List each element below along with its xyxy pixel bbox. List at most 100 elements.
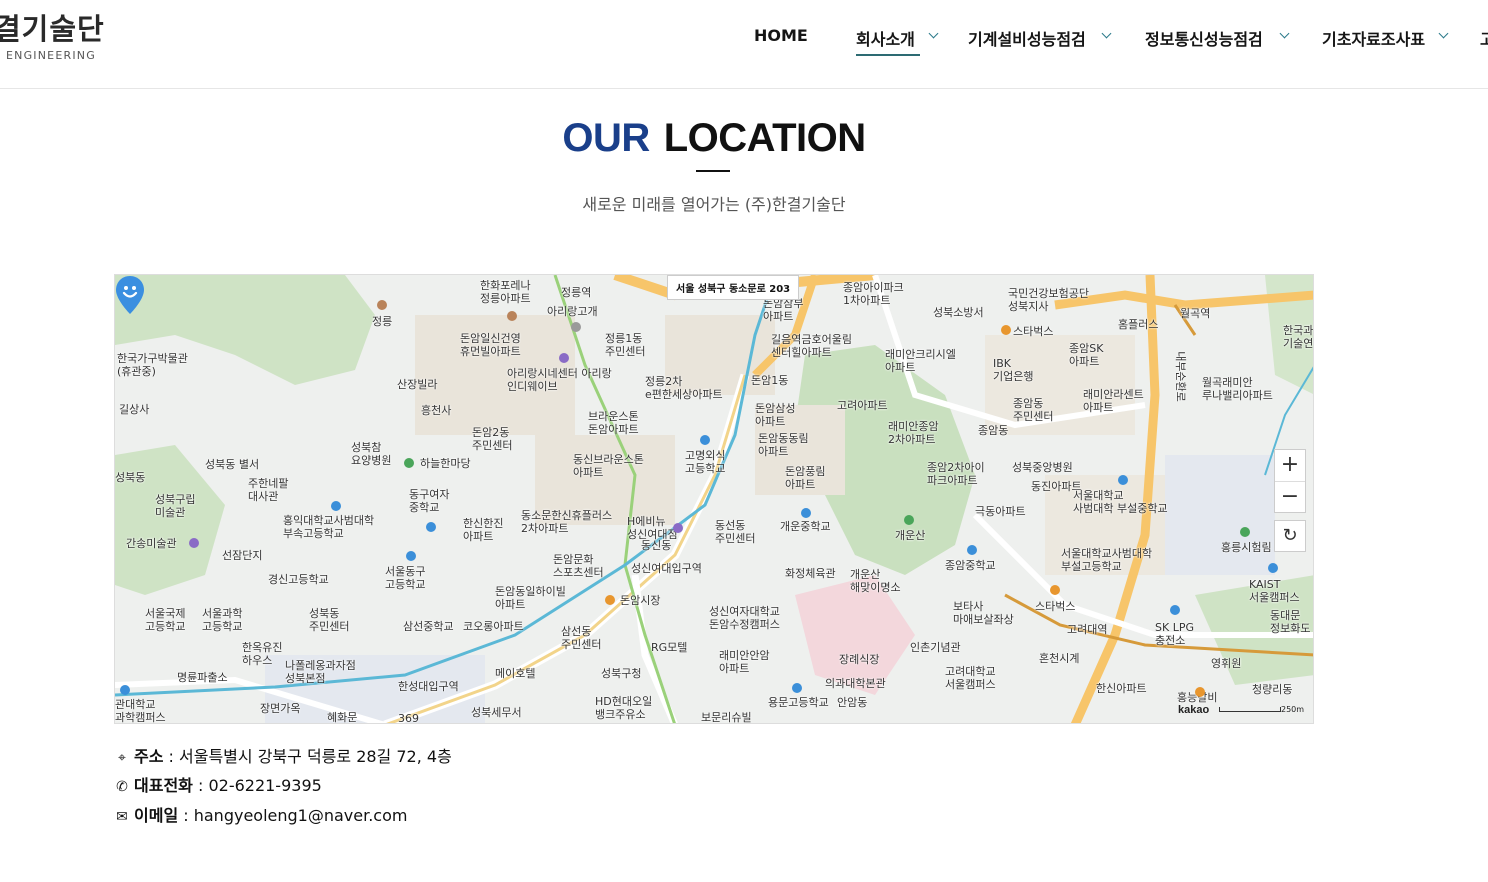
refresh-icon[interactable]: ↻ [1274, 520, 1306, 552]
map-label: 한신한진 아파트 [463, 517, 504, 543]
map-label: 래미안라센트 아파트 [1083, 388, 1144, 414]
map-label: 홈플러스 [1118, 318, 1159, 331]
map-label: KAIST 서울캠퍼스 [1249, 578, 1300, 604]
nav-telecom[interactable]: 정보통신성능점검 [1145, 26, 1290, 50]
poi-marker [1268, 563, 1278, 573]
poi-marker [1001, 325, 1011, 335]
map-label: 종암중학교 [945, 559, 996, 572]
map-label: 돈암풍림 아파트 [785, 465, 826, 491]
map-pin-icon: ⌖ [118, 750, 126, 766]
map-label: 국민건강보험공단 성북지사 [1008, 287, 1089, 313]
mail-icon: ✉ [116, 809, 128, 825]
map-label: 관대학교 과학캠퍼스 [115, 698, 166, 724]
map-label: 아리랑시네센터 아리랑 인디웨이브 [507, 367, 612, 393]
map-label: 돈암1동 [751, 374, 789, 387]
map-label: 성신여대입구역 [631, 562, 702, 575]
logo-subtitle[interactable]: ENGINEERING [6, 49, 96, 62]
nav-company[interactable]: 회사소개 [856, 26, 939, 50]
map-label: 서울대학교사범대학 부설고등학교 [1061, 547, 1153, 573]
chevron-down-icon [1101, 28, 1112, 39]
poi-marker [967, 545, 977, 555]
map-scale-bar [1219, 707, 1281, 712]
map-label: 서울국제 고등학교 [145, 607, 186, 633]
poi-marker [426, 522, 436, 532]
map-label: 장면가옥 [260, 702, 301, 715]
map-label: 월곡래미안 루나밸리아파트 [1202, 376, 1273, 402]
map-label: 성북세무서 [471, 706, 522, 719]
map-brand-logo[interactable]: kakao [1178, 704, 1209, 716]
map-label: 종암동 [978, 424, 1009, 437]
chevron-down-icon [1279, 28, 1290, 39]
map-label: 정릉1동 주민센터 [605, 332, 646, 358]
nav-basic-data[interactable]: 기초자료조사표 [1322, 26, 1449, 50]
poi-marker [377, 300, 387, 310]
map-label: 동선동 주민센터 [715, 519, 756, 545]
map-label: 코오롱아파트 [463, 620, 524, 633]
map-label: 한성대입구역 [398, 680, 459, 693]
map-label: IBK 기업은행 [993, 357, 1034, 383]
nav-mechanical[interactable]: 기계설비성능점검 [968, 26, 1112, 50]
map-label: 한화포레나 정릉아파트 [480, 279, 531, 305]
map-label: 홍익대학교사범대학 부속고등학교 [283, 514, 375, 540]
map-label: 스타벅스 [1035, 600, 1076, 613]
map-label: 동소문한신휴플러스 2차아파트 [521, 509, 613, 535]
map-label: 돈암동일하이빌 아파트 [495, 585, 566, 611]
poi-marker [120, 685, 130, 695]
zoom-out-button[interactable]: − [1275, 481, 1305, 513]
location-pin-icon[interactable] [115, 275, 145, 315]
map-label: 동대문 정보화도 [1270, 609, 1311, 635]
map-label: 홍릉시험림 [1221, 541, 1272, 554]
title-main: LOCATION [663, 116, 866, 160]
zoom-in-button[interactable]: + [1275, 450, 1305, 481]
poi-marker [1195, 687, 1205, 697]
map-label: 길상사 [119, 403, 150, 416]
map-label: H에비뉴 성신여대점 [627, 515, 678, 541]
map-label: 개운산 [895, 529, 926, 542]
poi-marker [904, 515, 914, 525]
map-label: 성북동 [115, 471, 146, 484]
map-label: 래미안크리시엘 아파트 [885, 348, 956, 374]
poi-marker [189, 538, 199, 548]
map-label: 종암SK 아파트 [1069, 342, 1104, 368]
poi-marker [559, 353, 569, 363]
phone-value[interactable]: : 02-6221-9395 [193, 776, 322, 795]
map-label: 혜화문 [327, 711, 358, 724]
map-label: 돈암삼부 아파트 [763, 297, 804, 323]
map-label: 보문리슈빌 [701, 711, 752, 724]
address-value: : 서울특별시 강북구 덕릉로 28길 72, 4층 [163, 747, 452, 766]
map-label: 개운산 해맞이명소 [850, 568, 901, 594]
map-label: 서울동구 고등학교 [385, 565, 426, 591]
zoom-control: + − [1274, 449, 1306, 513]
map-label: 성북구청 [601, 667, 642, 680]
location-map[interactable]: 한화포레나 정릉아파트 정릉역 아리랑고개 정릉 돈암일신건영 휴먼빌아파트 정릉1… [114, 274, 1314, 724]
poi-marker [673, 523, 683, 533]
map-label: 한옥유진 하우스 [242, 641, 283, 667]
map-label: 래미안안암 아파트 [719, 649, 770, 675]
contact-email: ✉ 이메일 : hangyeoleng1@naver.com [114, 802, 714, 826]
map-label: 돈암일신건영 휴먼빌아파트 [460, 332, 521, 358]
map-label: 내부순환로 [1173, 351, 1187, 402]
map-label: 성북참 요양병원 [351, 441, 392, 467]
map-label: 동신브라운스톤 아파트 [573, 453, 644, 479]
poi-marker [331, 501, 341, 511]
map-label: 정릉역 [561, 286, 592, 299]
phone-icon: ✆ [116, 779, 128, 795]
map-label: 서울대학교 사범대학 부설중학교 [1073, 489, 1168, 515]
site-header: 결기술단 ENGINEERING HOME 회사소개 기계설비성능점검 정보통신… [0, 0, 1488, 89]
nav-home[interactable]: HOME [754, 26, 808, 45]
map-label: 종암2차아이 파크아파트 [927, 461, 985, 487]
map-scale-label: 250m [1281, 705, 1305, 714]
chevron-down-icon [1438, 28, 1449, 39]
map-label: 흥천사 [421, 404, 452, 417]
map-label: HD현대오일 뱅크주유소 [595, 695, 653, 721]
nav-more[interactable]: 고 [1480, 26, 1488, 50]
map-label: 아리랑고개 [547, 305, 598, 318]
map-label: 혼천시계 [1039, 652, 1080, 665]
map-label: 성북중앙병원 [1012, 461, 1073, 474]
map-label: 돈암문화 스포츠센터 [553, 553, 604, 579]
poi-marker [1118, 475, 1128, 485]
email-value[interactable]: : hangyeoleng1@naver.com [178, 806, 407, 825]
map-label: 고명외식 고등학교 [685, 449, 726, 475]
logo-text[interactable]: 결기술단 [0, 6, 105, 48]
map-label: SK LPG 충전소 [1155, 621, 1194, 647]
